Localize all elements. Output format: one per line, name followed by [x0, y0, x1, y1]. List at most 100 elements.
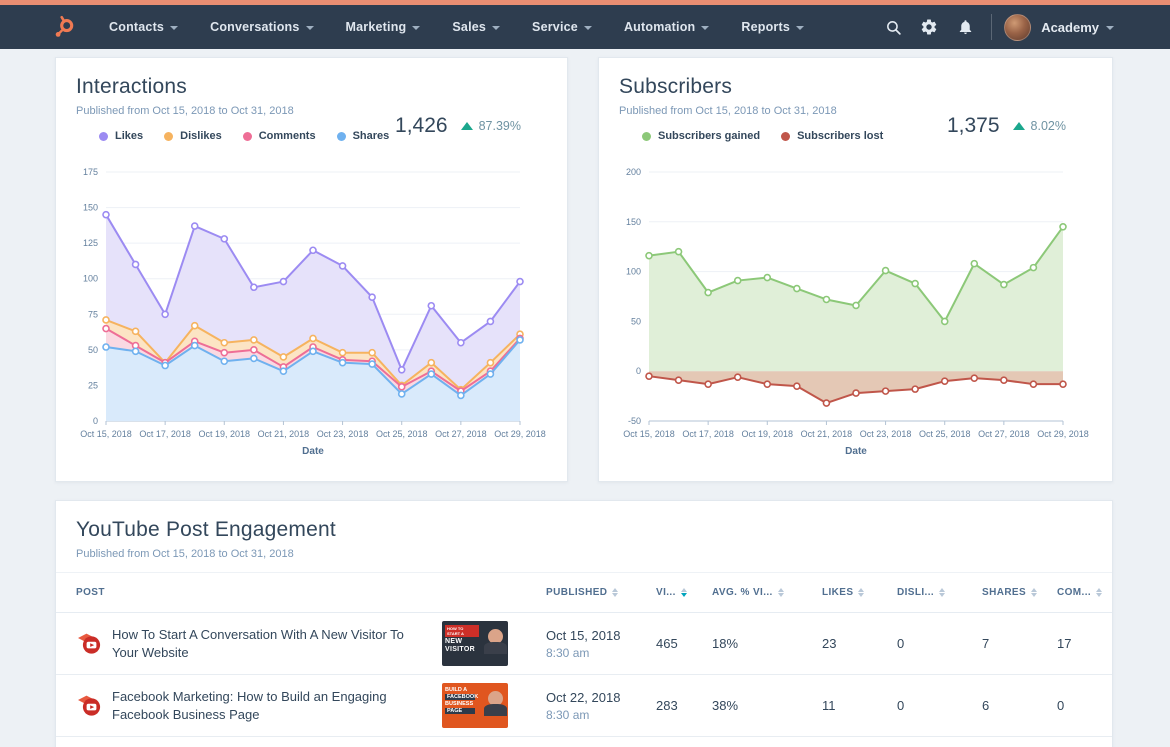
svg-text:Oct 17, 2018: Oct 17, 2018 [682, 429, 734, 439]
column-label: LIKES [822, 587, 854, 598]
dislikes-value: 0 [897, 636, 905, 651]
svg-text:150: 150 [83, 203, 98, 213]
settings-gear-icon[interactable] [911, 9, 947, 45]
legend-label: Shares [352, 130, 390, 142]
views-value: 283 [656, 698, 678, 713]
interactions-line-chart: 175 150 125 100 75 50 25 0 Oct 15, 2018 Oct 17, 2… [80, 167, 546, 457]
svg-text:-50: -50 [628, 416, 641, 426]
user-avatar[interactable] [1004, 13, 1032, 41]
nav-item-service[interactable]: Service [516, 5, 608, 49]
column-header-disli[interactable]: DISLI... [897, 587, 982, 598]
nav-item-label: Reports [741, 20, 791, 34]
published-cell: Oct 22, 2018 8:30 am [546, 690, 656, 722]
nav-item-sales[interactable]: Sales [436, 5, 516, 49]
svg-text:150: 150 [626, 217, 641, 227]
nav-item-reports[interactable]: Reports [725, 5, 820, 49]
engagement-table-header: POST PUBLISHED VI... AVG. % VI... LIKES D… [56, 573, 1112, 613]
column-header-shares[interactable]: SHARES [982, 587, 1057, 598]
sort-carets-icon[interactable] [612, 588, 619, 597]
youtube-academy-icon [76, 630, 104, 658]
column-header-vi[interactable]: VI... [656, 587, 712, 598]
card-title: Interactions [76, 75, 187, 98]
nav-item-label: Service [532, 20, 578, 34]
nav-item-label: Sales [452, 20, 487, 34]
column-header-avgvi[interactable]: AVG. % VI... [712, 587, 822, 598]
sort-carets-icon[interactable] [680, 588, 687, 597]
comments-value: 17 [1057, 636, 1072, 651]
thumbnail-text: BUSINESS [445, 701, 474, 707]
nav-item-label: Conversations [210, 20, 300, 34]
views-value: 465 [656, 636, 678, 651]
stat-value: 1,426 [395, 114, 448, 137]
published-date: Oct 22, 2018 [546, 689, 621, 705]
card-title: YouTube Post Engagement [76, 518, 336, 541]
chevron-down-icon [1106, 26, 1114, 30]
video-thumbnail: BUILD A FACEBOOK BUSINESS PAGE [442, 683, 508, 728]
legend-color-dot [336, 131, 346, 141]
stat-value: 1,375 [946, 114, 1000, 137]
svg-text:Date: Date [302, 446, 324, 457]
column-label: SHARES [982, 587, 1027, 598]
legend-item: Likes [99, 130, 143, 142]
svg-text:175: 175 [83, 167, 98, 177]
likes-value: 11 [822, 698, 836, 713]
legend-color-dot [242, 131, 252, 141]
column-header-published[interactable]: PUBLISHED [546, 587, 656, 598]
interactions-total: 1,426 87.39% [395, 114, 521, 138]
published-cell: Oct 15, 2018 8:30 am [546, 628, 656, 660]
account-menu[interactable]: Academy [1041, 20, 1114, 35]
youtube-engagement-card: YouTube Post Engagement Published from O… [55, 500, 1113, 747]
column-label: PUBLISHED [546, 587, 608, 598]
thumbnail-face [484, 691, 507, 716]
svg-text:Oct 15, 2018: Oct 15, 2018 [80, 429, 132, 439]
sort-carets-icon[interactable] [1096, 588, 1103, 597]
svg-text:Oct 29, 2018: Oct 29, 2018 [494, 429, 546, 439]
subscribers-line-chart: 200 150 100 50 0 -50 Oct 15, 2018 Oct 17, 2018 O… [623, 167, 1089, 457]
legend-item: Dislikes [164, 130, 222, 142]
column-label: POST [76, 587, 105, 598]
legend-item: Shares [336, 130, 390, 142]
svg-text:50: 50 [88, 345, 98, 355]
nav-item-label: Contacts [109, 20, 165, 34]
svg-text:Oct 17, 2018: Oct 17, 2018 [139, 429, 191, 439]
legend-label: Dislikes [180, 130, 222, 142]
post-title[interactable]: Facebook Marketing: How to Build an Enga… [112, 688, 430, 723]
svg-text:Oct 19, 2018: Oct 19, 2018 [742, 429, 794, 439]
chevron-down-icon [796, 26, 805, 30]
table-row[interactable]: Facebook Marketing: How to Build an Enga… [56, 675, 1112, 737]
legend-color-dot [99, 131, 108, 141]
hubspot-logo-icon[interactable] [50, 14, 77, 40]
top-navigation-bar: Contacts Conversations Marketing Sales S… [0, 0, 1170, 49]
interactions-report-card: Interactions Published from Oct 15, 2018… [55, 57, 568, 482]
legend-item: Subscribers lost [781, 130, 883, 142]
nav-item-contacts[interactable]: Contacts [93, 5, 194, 49]
svg-text:Oct 25, 2018: Oct 25, 2018 [919, 429, 971, 439]
chevron-down-icon [492, 26, 501, 30]
svg-text:Oct 21, 2018: Oct 21, 2018 [258, 429, 310, 439]
legend-color-dot [781, 131, 791, 141]
search-icon[interactable] [875, 9, 911, 45]
notifications-bell-icon[interactable] [947, 9, 983, 45]
sort-carets-icon[interactable] [777, 588, 784, 597]
column-header-post: POST [76, 587, 546, 598]
svg-text:Oct 29, 2018: Oct 29, 2018 [1037, 429, 1089, 439]
svg-text:0: 0 [93, 416, 98, 426]
legend-label: Subscribers lost [797, 130, 884, 142]
post-title[interactable]: How To Start A Conversation With A New V… [112, 626, 430, 661]
svg-text:Oct 15, 2018: Oct 15, 2018 [623, 429, 675, 439]
svg-text:Oct 23, 2018: Oct 23, 2018 [317, 429, 369, 439]
sort-carets-icon[interactable] [1031, 588, 1038, 597]
svg-text:0: 0 [636, 366, 641, 376]
column-header-likes[interactable]: LIKES [822, 587, 897, 598]
nav-item-marketing[interactable]: Marketing [330, 5, 437, 49]
chevron-down-icon [701, 26, 710, 30]
stat-change: 87.39% [460, 119, 521, 133]
sort-carets-icon[interactable] [858, 588, 865, 597]
sort-carets-icon[interactable] [939, 588, 946, 597]
nav-item-automation[interactable]: Automation [608, 5, 725, 49]
column-header-com[interactable]: COM... [1057, 587, 1103, 598]
stat-change: 8.02% [1012, 119, 1066, 133]
table-row[interactable]: How To Start A Conversation With A New V… [56, 613, 1112, 675]
svg-text:75: 75 [88, 309, 98, 319]
nav-item-conversations[interactable]: Conversations [194, 5, 329, 49]
